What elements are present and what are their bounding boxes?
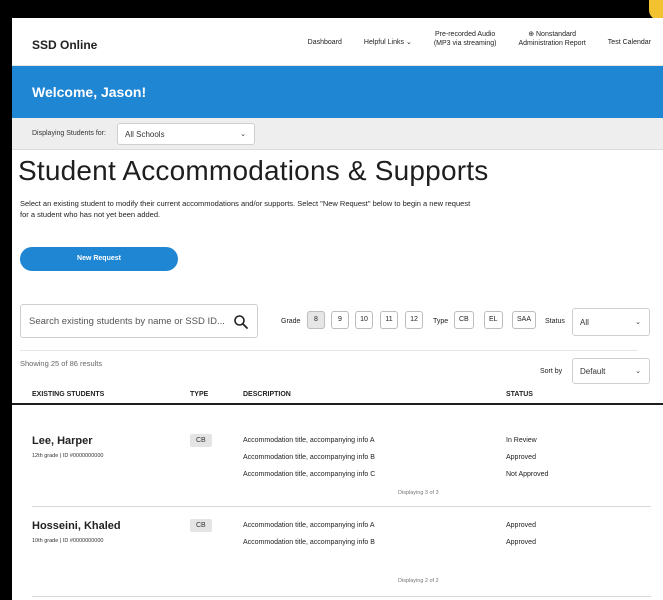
- grade-chip-10[interactable]: 10: [355, 311, 373, 329]
- student-name[interactable]: Hosseini, Khaled: [32, 520, 121, 532]
- nav-helpful-links[interactable]: Helpful Links ⌄: [364, 28, 412, 47]
- type-filter-label: Type: [433, 318, 449, 325]
- accommodation-description: Accommodation title, accompanying info A: [243, 437, 375, 444]
- welcome-banner: Welcome, Jason!: [12, 66, 663, 118]
- filter-divider: [20, 350, 638, 351]
- status-filter-label: Status: [545, 318, 565, 325]
- chevron-down-icon: ⌄: [635, 319, 641, 326]
- sort-select-value: Default: [580, 367, 606, 376]
- sort-label: Sort by: [540, 368, 563, 375]
- chevron-down-icon: ⌄: [405, 39, 412, 46]
- student-meta: 10th grade | ID #0000000000: [32, 538, 104, 544]
- results-count: Showing 25 of 86 results: [20, 359, 103, 368]
- nav-prerecorded-audio[interactable]: Pre-recorded Audio (MP3 via streaming): [434, 28, 497, 48]
- page-title: Student Accommodations & Supports: [18, 155, 489, 186]
- top-border: [12, 0, 663, 18]
- student-name[interactable]: Lee, Harper: [32, 435, 93, 447]
- type-badge: CB: [190, 519, 212, 532]
- displaying-count: Displaying 3 of 3: [398, 490, 439, 496]
- accommodation-description: Accommodation title, accompanying info A: [243, 522, 375, 529]
- accommodation-status: Not Approved: [506, 471, 549, 478]
- column-header-description: DESCRIPTION: [243, 391, 291, 398]
- nav-dashboard[interactable]: Dashboard: [308, 28, 342, 47]
- accommodation-status: In Review: [506, 437, 537, 444]
- accommodation-status: Approved: [506, 539, 536, 546]
- site-logo[interactable]: SSD Online: [32, 38, 97, 52]
- corner-accent: [649, 0, 663, 20]
- table-header-rule: [12, 403, 663, 405]
- sort-select[interactable]: Default ⌄: [572, 358, 650, 384]
- type-badge: CB: [190, 434, 212, 447]
- nav-nonstandard-report[interactable]: ⊕ Nonstandard Administration Report: [518, 28, 585, 48]
- accommodation-description: Accommodation title, accompanying info B: [243, 454, 375, 461]
- main-nav: Dashboard Helpful Links ⌄ Pre-recorded Au…: [286, 28, 651, 58]
- search-placeholder: Search existing students by name or SSD …: [29, 316, 225, 327]
- student-meta: 12th grade | ID #0000000000: [32, 453, 104, 459]
- grade-chip-12[interactable]: 12: [405, 311, 423, 329]
- accommodation-status: Approved: [506, 454, 536, 461]
- nav-nonstandard-line1: ⊕ Nonstandard: [528, 31, 577, 38]
- left-border: [0, 0, 12, 600]
- nav-audio-line1: Pre-recorded Audio: [435, 31, 496, 38]
- type-chip-saa[interactable]: SAA: [512, 311, 537, 329]
- school-filter-label: Displaying Students for:: [32, 130, 106, 137]
- status-select-value: All: [580, 318, 589, 327]
- grade-chip-11[interactable]: 11: [380, 311, 398, 329]
- column-header-students: EXISTING STUDENTS: [32, 391, 105, 398]
- nav-helpful-links-label: Helpful Links: [363, 39, 404, 46]
- screenshot-frame: SSD Online Dashboard Helpful Links ⌄ Pre-…: [0, 0, 663, 600]
- table-row[interactable]: Hosseini, Khaled 10th grade | ID #000000…: [32, 507, 651, 597]
- search-icon[interactable]: [233, 314, 249, 330]
- welcome-heading: Welcome, Jason!: [32, 84, 147, 100]
- grade-chip-8[interactable]: 8: [307, 311, 325, 329]
- intro-text: Select an existing student to modify the…: [20, 199, 471, 219]
- search-input[interactable]: Search existing students by name or SSD …: [20, 304, 258, 338]
- nav-audio-line2: (MP3 via streaming): [433, 40, 497, 47]
- nav-nonstandard-line2: Administration Report: [518, 40, 586, 47]
- accommodation-description: Accommodation title, accompanying info B: [243, 539, 375, 546]
- grade-filter-label: Grade: [281, 318, 301, 325]
- status-select[interactable]: All ⌄: [572, 308, 650, 336]
- school-select[interactable]: All Schools ⌄: [117, 123, 255, 145]
- type-chip-cb[interactable]: CB: [454, 311, 474, 329]
- accommodation-status: Approved: [506, 522, 536, 529]
- chevron-down-icon: ⌄: [240, 131, 246, 138]
- new-request-button[interactable]: New Request: [20, 247, 178, 271]
- grade-chip-9[interactable]: 9: [331, 311, 349, 329]
- chevron-down-icon: ⌄: [635, 368, 641, 375]
- column-header-type: TYPE: [190, 391, 209, 398]
- school-filter-strip: Displaying Students for: All Schools ⌄: [12, 118, 663, 150]
- displaying-count: Displaying 2 of 2: [398, 578, 439, 584]
- site-header: SSD Online Dashboard Helpful Links ⌄ Pre-…: [12, 18, 663, 66]
- school-select-value: All Schools: [125, 130, 165, 139]
- type-chip-el[interactable]: EL: [484, 311, 503, 329]
- column-header-status: STATUS: [506, 391, 533, 398]
- accommodation-description: Accommodation title, accompanying info C: [243, 471, 376, 478]
- nav-test-calendar[interactable]: Test Calendar: [608, 28, 651, 47]
- table-row[interactable]: Lee, Harper 12th grade | ID #0000000000 …: [32, 422, 651, 507]
